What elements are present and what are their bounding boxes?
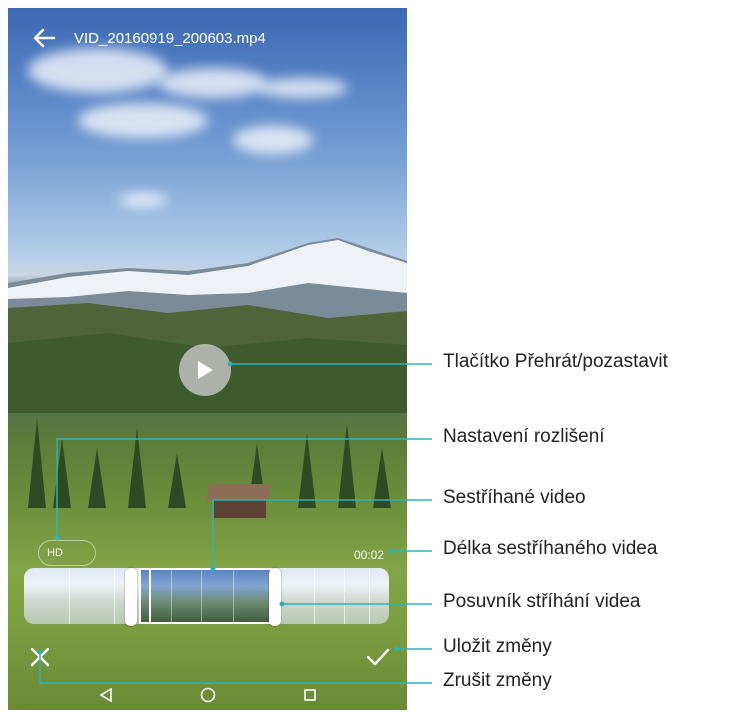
tree [88,448,106,508]
callout-label-save: Uložit změny [443,636,552,657]
trimmed-video-range [139,568,272,624]
callout-label-cancel: Zrušit změny [443,670,552,691]
tree [338,423,356,508]
nav-recent-button[interactable] [299,684,321,706]
tree [128,428,146,508]
trim-excluded-right [278,568,389,624]
close-icon [30,647,50,667]
callout-label-trimmed-length: Délka sestříhaného videa [443,538,658,559]
check-icon [366,648,390,666]
callout-label-play-pause: Tlačítko Přehrát/pozastavit [443,351,668,372]
tree [53,438,71,508]
resolution-label: HD [47,547,63,559]
trim-handle-start[interactable] [125,568,137,626]
play-icon [198,361,213,379]
callout-label-trimmed-video: Sestříhané video [443,487,586,508]
circle-home-icon [200,687,215,703]
callout-label-resolution: Nastavení rozlišení [443,426,605,447]
tree [298,433,316,508]
play-pause-button[interactable] [179,344,231,396]
cloud [158,68,268,98]
cloud [118,193,168,207]
barn-wall [214,500,266,518]
triangle-back-icon [98,688,112,702]
tree [168,453,186,508]
trim-handle-end[interactable] [269,568,281,626]
nav-back-button[interactable] [95,684,117,706]
square-recent-icon [303,689,316,701]
cloud [258,78,348,98]
cancel-button[interactable] [25,642,55,672]
video-editor-screen: VID_20160919_200603.mp4 HD 00:02 [8,8,407,710]
barn-roof [206,484,272,500]
cloud [78,103,208,138]
callout-label-trim-slider: Posuvník stříhání videa [443,591,641,612]
tree [373,448,391,508]
frame-divider [171,570,172,622]
resolution-toggle[interactable]: HD [38,540,96,566]
save-button[interactable] [363,642,393,672]
frame-divider [201,570,202,622]
frame-divider [233,570,234,622]
navigation-bar [8,680,407,710]
trim-excluded-left [24,568,139,624]
back-button[interactable] [22,16,66,60]
trim-playhead [149,568,151,624]
tree [28,418,46,508]
video-title: VID_20160919_200603.mp4 [74,29,266,47]
back-arrow-icon [33,28,55,48]
trimmed-duration: 00:02 [354,548,385,562]
cloud [233,126,313,154]
top-bar: VID_20160919_200603.mp4 [8,8,407,68]
nav-home-button[interactable] [197,684,219,706]
